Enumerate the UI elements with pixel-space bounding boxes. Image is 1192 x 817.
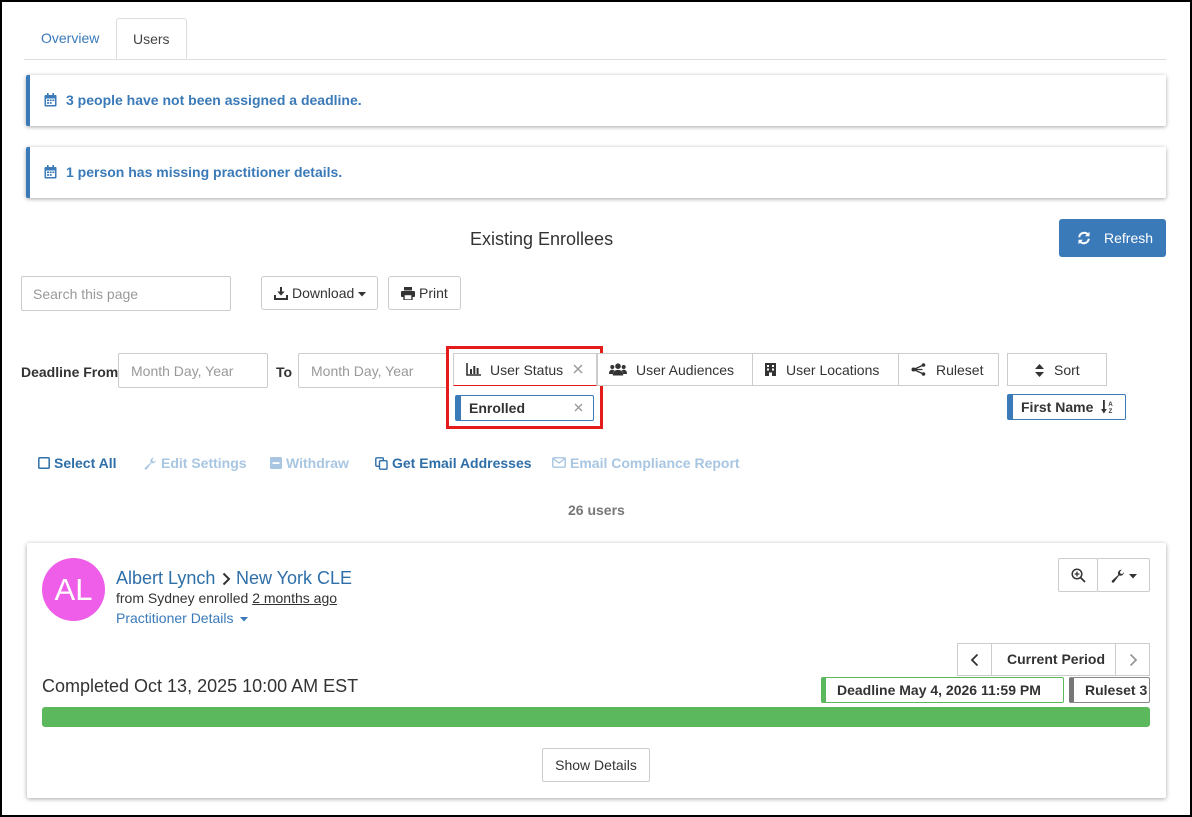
- user-card: AL Albert Lynch New York CLE from Sydney…: [27, 543, 1166, 798]
- print-button[interactable]: Print: [388, 276, 461, 310]
- alert-missing-practitioner: 1 person has missing practitioner detail…: [26, 147, 1166, 198]
- show-details-button[interactable]: Show Details: [542, 748, 650, 782]
- user-audiences-label: User Audiences: [636, 362, 735, 378]
- withdraw-label: Withdraw: [286, 455, 349, 471]
- print-label: Print: [419, 285, 448, 301]
- user-audiences-filter[interactable]: User Audiences: [597, 353, 753, 386]
- ruleset-label: Ruleset: [936, 362, 984, 378]
- calendar-icon: [44, 165, 57, 179]
- deadline-from-input[interactable]: [118, 353, 268, 388]
- refresh-button[interactable]: Refresh: [1059, 219, 1166, 257]
- wrench-icon: [144, 457, 157, 470]
- user-status-chip[interactable]: Enrolled: [455, 395, 594, 421]
- minus-square-icon: [270, 457, 282, 469]
- ruleset-filter[interactable]: Ruleset: [898, 353, 999, 386]
- enrollment-info: from Sydney enrolled 2 months ago: [116, 590, 337, 606]
- deadline-from-label: Deadline From: [21, 364, 119, 380]
- building-icon: [765, 363, 776, 376]
- completion-status: Completed Oct 13, 2025 10:00 AM EST: [42, 676, 359, 696]
- chevron-right-icon: [222, 572, 231, 586]
- calendar-icon: [44, 93, 57, 107]
- close-icon[interactable]: [574, 403, 583, 412]
- search-input[interactable]: [21, 276, 231, 311]
- email-compliance-report-label: Email Compliance Report: [570, 455, 740, 471]
- deadline-badge: Deadline May 4, 2026 11:59 PM EST: [821, 677, 1064, 722]
- edit-settings-label: Edit Settings: [161, 455, 247, 471]
- enrolled-time-link[interactable]: 2 months ago: [252, 590, 337, 606]
- wrench-icon: [1111, 569, 1125, 583]
- chevron-right-icon: [1129, 653, 1138, 667]
- share-nodes-icon: [911, 363, 926, 376]
- refresh-icon: [1077, 231, 1091, 245]
- zoom-button[interactable]: [1058, 558, 1098, 592]
- alert-text: 1 person has missing practitioner detail…: [66, 164, 343, 180]
- deadline-to-input[interactable]: [298, 353, 448, 388]
- progress-bar: [42, 707, 1150, 727]
- next-period-button[interactable]: [1115, 643, 1150, 676]
- ruleset-badge: Ruleset 3: [1069, 677, 1150, 703]
- caret-down-icon: [1129, 574, 1137, 579]
- sort-button[interactable]: Sort: [1007, 353, 1107, 386]
- select-all-label: Select All: [54, 455, 117, 471]
- practitioner-details-toggle[interactable]: Practitioner Details: [116, 610, 249, 626]
- user-locations-label: User Locations: [786, 362, 880, 378]
- avatar: AL: [42, 558, 105, 621]
- tools-menu-button[interactable]: [1097, 558, 1150, 592]
- sort-chip[interactable]: First Name AZ: [1007, 394, 1126, 420]
- print-icon: [401, 287, 415, 300]
- user-locations-filter[interactable]: User Locations: [752, 353, 899, 386]
- sort-icon: [1035, 364, 1044, 377]
- caret-down-icon: [240, 616, 249, 622]
- zoom-in-icon: [1071, 568, 1086, 583]
- current-period-label: Current Period: [1007, 651, 1106, 667]
- checkbox-icon: [38, 457, 50, 469]
- sort-chip-label: First Name: [1021, 399, 1094, 415]
- users-icon: [609, 363, 627, 376]
- chevron-left-icon: [970, 653, 979, 667]
- user-count: 26 users: [568, 502, 625, 518]
- tab-divider: [24, 59, 1166, 60]
- download-button[interactable]: Download: [261, 276, 378, 310]
- sort-alpha-icon: AZ: [1101, 400, 1115, 414]
- alert-text: 3 people have not been assigned a deadli…: [66, 92, 362, 108]
- sort-label: Sort: [1054, 362, 1080, 378]
- user-status-chip-label: Enrolled: [469, 400, 526, 416]
- copy-icon: [375, 457, 388, 470]
- previous-period-button[interactable]: [957, 643, 992, 676]
- ruleset-badge-text: Ruleset 3: [1085, 682, 1148, 698]
- download-label: Download: [292, 285, 355, 301]
- enrollment-from-text: from Sydney enrolled: [116, 590, 249, 606]
- deadline-to-label: To: [276, 364, 293, 380]
- alert-no-deadline: 3 people have not been assigned a deadli…: [26, 75, 1166, 126]
- tab-overview[interactable]: Overview: [25, 18, 115, 59]
- tab-users[interactable]: Users: [116, 18, 187, 59]
- download-icon: [274, 287, 288, 300]
- practitioner-details-label: Practitioner Details: [116, 610, 234, 626]
- page-title: Existing Enrollees: [470, 229, 614, 249]
- svg-text:A: A: [1108, 401, 1113, 408]
- caret-down-icon: [358, 292, 366, 297]
- get-email-addresses-label: Get Email Addresses: [392, 455, 532, 471]
- svg-text:Z: Z: [1109, 408, 1113, 414]
- course-link[interactable]: New York CLE: [236, 568, 352, 589]
- envelope-icon: [552, 457, 566, 468]
- current-period-button[interactable]: Current Period: [991, 643, 1116, 676]
- refresh-label: Refresh: [1104, 230, 1154, 246]
- user-name-link[interactable]: Albert Lynch: [116, 568, 215, 589]
